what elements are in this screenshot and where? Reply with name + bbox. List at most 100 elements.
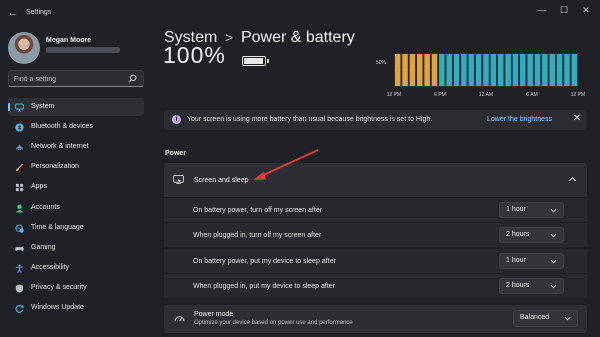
chevron-up-icon[interactable] bbox=[568, 175, 577, 184]
sidebar-item-label: System bbox=[31, 103, 55, 110]
sidebar-item-label: Apps bbox=[31, 183, 47, 191]
search-box[interactable] bbox=[8, 70, 144, 87]
chevron-down-icon bbox=[550, 233, 557, 238]
chart-bar[interactable] bbox=[475, 54, 482, 86]
setting-row: When plugged in, turn off my screen afte… bbox=[164, 222, 587, 247]
timeout-dropdown[interactable]: 1 hour bbox=[499, 253, 564, 269]
page-title: Power & battery bbox=[240, 29, 355, 46]
setting-row: On battery power, put my device to sleep… bbox=[164, 248, 587, 273]
chart-bar[interactable] bbox=[468, 54, 475, 86]
sidebar-item-accessibility[interactable]: Accessibility bbox=[8, 259, 144, 277]
info-icon: i bbox=[172, 115, 181, 124]
apps-icon bbox=[15, 184, 24, 192]
chart-x-tick-label: 6 PM bbox=[434, 92, 446, 98]
search-input[interactable] bbox=[14, 74, 124, 84]
chevron-down-icon bbox=[550, 208, 557, 213]
app-title: Settings bbox=[26, 9, 52, 16]
search-icon[interactable] bbox=[128, 74, 137, 83]
maximize-button[interactable]: ☐ bbox=[554, 4, 574, 16]
chart-bar[interactable] bbox=[431, 54, 438, 86]
sidebar-item-network-internet[interactable]: Network & internet bbox=[8, 138, 144, 156]
gamepad-icon bbox=[15, 246, 24, 251]
globe-clock-icon bbox=[15, 224, 24, 233]
sidebar-item-windows-update[interactable]: Windows Update bbox=[8, 299, 144, 317]
chart-x-tick-label: 12 AM bbox=[479, 92, 493, 98]
bluetooth-icon bbox=[15, 123, 24, 132]
chart-bar[interactable] bbox=[439, 54, 445, 86]
timeout-dropdown[interactable]: 2 hours bbox=[499, 278, 564, 294]
chart-bar[interactable] bbox=[490, 54, 497, 86]
chart-bar[interactable] bbox=[542, 54, 548, 86]
network-icon bbox=[15, 144, 24, 151]
chart-bar[interactable] bbox=[505, 54, 511, 86]
sidebar-item-label: Accounts bbox=[31, 203, 60, 211]
chart-bar[interactable] bbox=[549, 54, 556, 86]
chart-bar[interactable] bbox=[564, 54, 570, 86]
battery-icon bbox=[242, 56, 269, 66]
sidebar-item-apps[interactable]: Apps bbox=[8, 178, 144, 196]
accessibility-icon bbox=[15, 264, 24, 273]
chart-bar[interactable] bbox=[402, 54, 408, 86]
notice-text: Your screen is using more battery than u… bbox=[187, 116, 433, 123]
minimize-button[interactable]: — bbox=[532, 4, 552, 16]
dropdown-value: 1 hour bbox=[506, 257, 526, 264]
chart-bar[interactable] bbox=[534, 54, 541, 86]
timeout-dropdown[interactable]: 2 hours bbox=[499, 227, 564, 243]
section-heading-power: Power bbox=[165, 150, 187, 157]
chart-bar[interactable] bbox=[483, 54, 489, 86]
setting-label: On battery power, turn off my screen aft… bbox=[193, 207, 323, 214]
sidebar-item-accounts[interactable]: Accounts bbox=[8, 199, 144, 217]
chart-bar[interactable] bbox=[446, 54, 452, 86]
close-window-button[interactable]: ✕ bbox=[576, 4, 596, 16]
setting-label: On battery power, put my device to sleep… bbox=[193, 258, 336, 265]
sidebar: Megan Moore System Bluetooth & devices Net… bbox=[0, 28, 152, 337]
chart-bar[interactable] bbox=[520, 54, 526, 86]
chevron-down-icon bbox=[564, 316, 571, 321]
chart-bar[interactable] bbox=[453, 54, 460, 86]
chart-bar[interactable] bbox=[409, 54, 416, 86]
timeout-dropdown[interactable]: 1 hour bbox=[499, 202, 564, 218]
chart-bar[interactable] bbox=[497, 54, 504, 86]
sidebar-item-system[interactable]: System bbox=[8, 98, 144, 116]
account-icon bbox=[15, 204, 24, 213]
sidebar-item-bluetooth-devices[interactable]: Bluetooth & devices bbox=[8, 118, 144, 136]
title-bar: ← Settings — ☐ ✕ bbox=[0, 0, 600, 28]
screen-and-sleep-header[interactable]: Screen and sleep bbox=[164, 163, 587, 197]
chart-y-tick-label: 50% bbox=[376, 60, 387, 66]
sidebar-item-label: Accessibility bbox=[31, 263, 70, 271]
user-email-redacted bbox=[46, 47, 120, 53]
chart-bar[interactable] bbox=[424, 54, 430, 86]
setting-label: When plugged in, turn off my screen afte… bbox=[193, 232, 322, 239]
chart-bar[interactable] bbox=[571, 54, 578, 86]
chart-bar[interactable] bbox=[461, 54, 467, 86]
battery-fill bbox=[244, 58, 263, 64]
setting-label: When plugged in, put my device to sleep … bbox=[193, 283, 336, 290]
chart-bar[interactable] bbox=[394, 54, 401, 86]
avatar[interactable] bbox=[8, 32, 40, 64]
battery-usage-chart[interactable]: 50% 12 PM 6 PM 12 AM 6 AM 12 PM bbox=[372, 50, 588, 102]
chart-x-tick-label: 12 PM bbox=[571, 92, 585, 98]
sidebar-item-personalization[interactable]: Personalization bbox=[8, 158, 144, 176]
chart-bar[interactable] bbox=[512, 54, 519, 86]
back-arrow-icon[interactable]: ← bbox=[6, 6, 20, 20]
sidebar-item-time-language[interactable]: Time & language bbox=[8, 219, 144, 237]
dropdown-value: 1 hour bbox=[506, 206, 526, 213]
sidebar-item-label: Time & language bbox=[31, 223, 84, 231]
lower-brightness-link[interactable]: Lower the brightness bbox=[487, 116, 552, 123]
power-mode-title: Power mode bbox=[194, 311, 234, 318]
setting-row: On battery power, turn off my screen aft… bbox=[164, 197, 587, 222]
power-mode-dropdown[interactable]: Balanced bbox=[513, 310, 578, 327]
screen-sleep-icon bbox=[173, 175, 184, 184]
chevron-down-icon bbox=[550, 284, 557, 289]
power-mode-description: Optimize your device based on power use … bbox=[194, 320, 353, 326]
sidebar-item-label: Bluetooth & devices bbox=[31, 123, 93, 131]
sidebar-item-privacy-security[interactable]: Privacy & security bbox=[8, 279, 144, 297]
setting-row: When plugged in, put my device to sleep … bbox=[164, 273, 587, 298]
dismiss-notice-button[interactable]: ✕ bbox=[571, 113, 583, 125]
chart-bar[interactable] bbox=[527, 54, 533, 86]
sidebar-item-gaming[interactable]: Gaming bbox=[8, 239, 144, 257]
chart-bar[interactable] bbox=[416, 54, 423, 86]
annotation-arrow bbox=[253, 149, 319, 180]
breadcrumb-separator: > bbox=[225, 30, 233, 45]
chart-bar[interactable] bbox=[556, 54, 563, 86]
